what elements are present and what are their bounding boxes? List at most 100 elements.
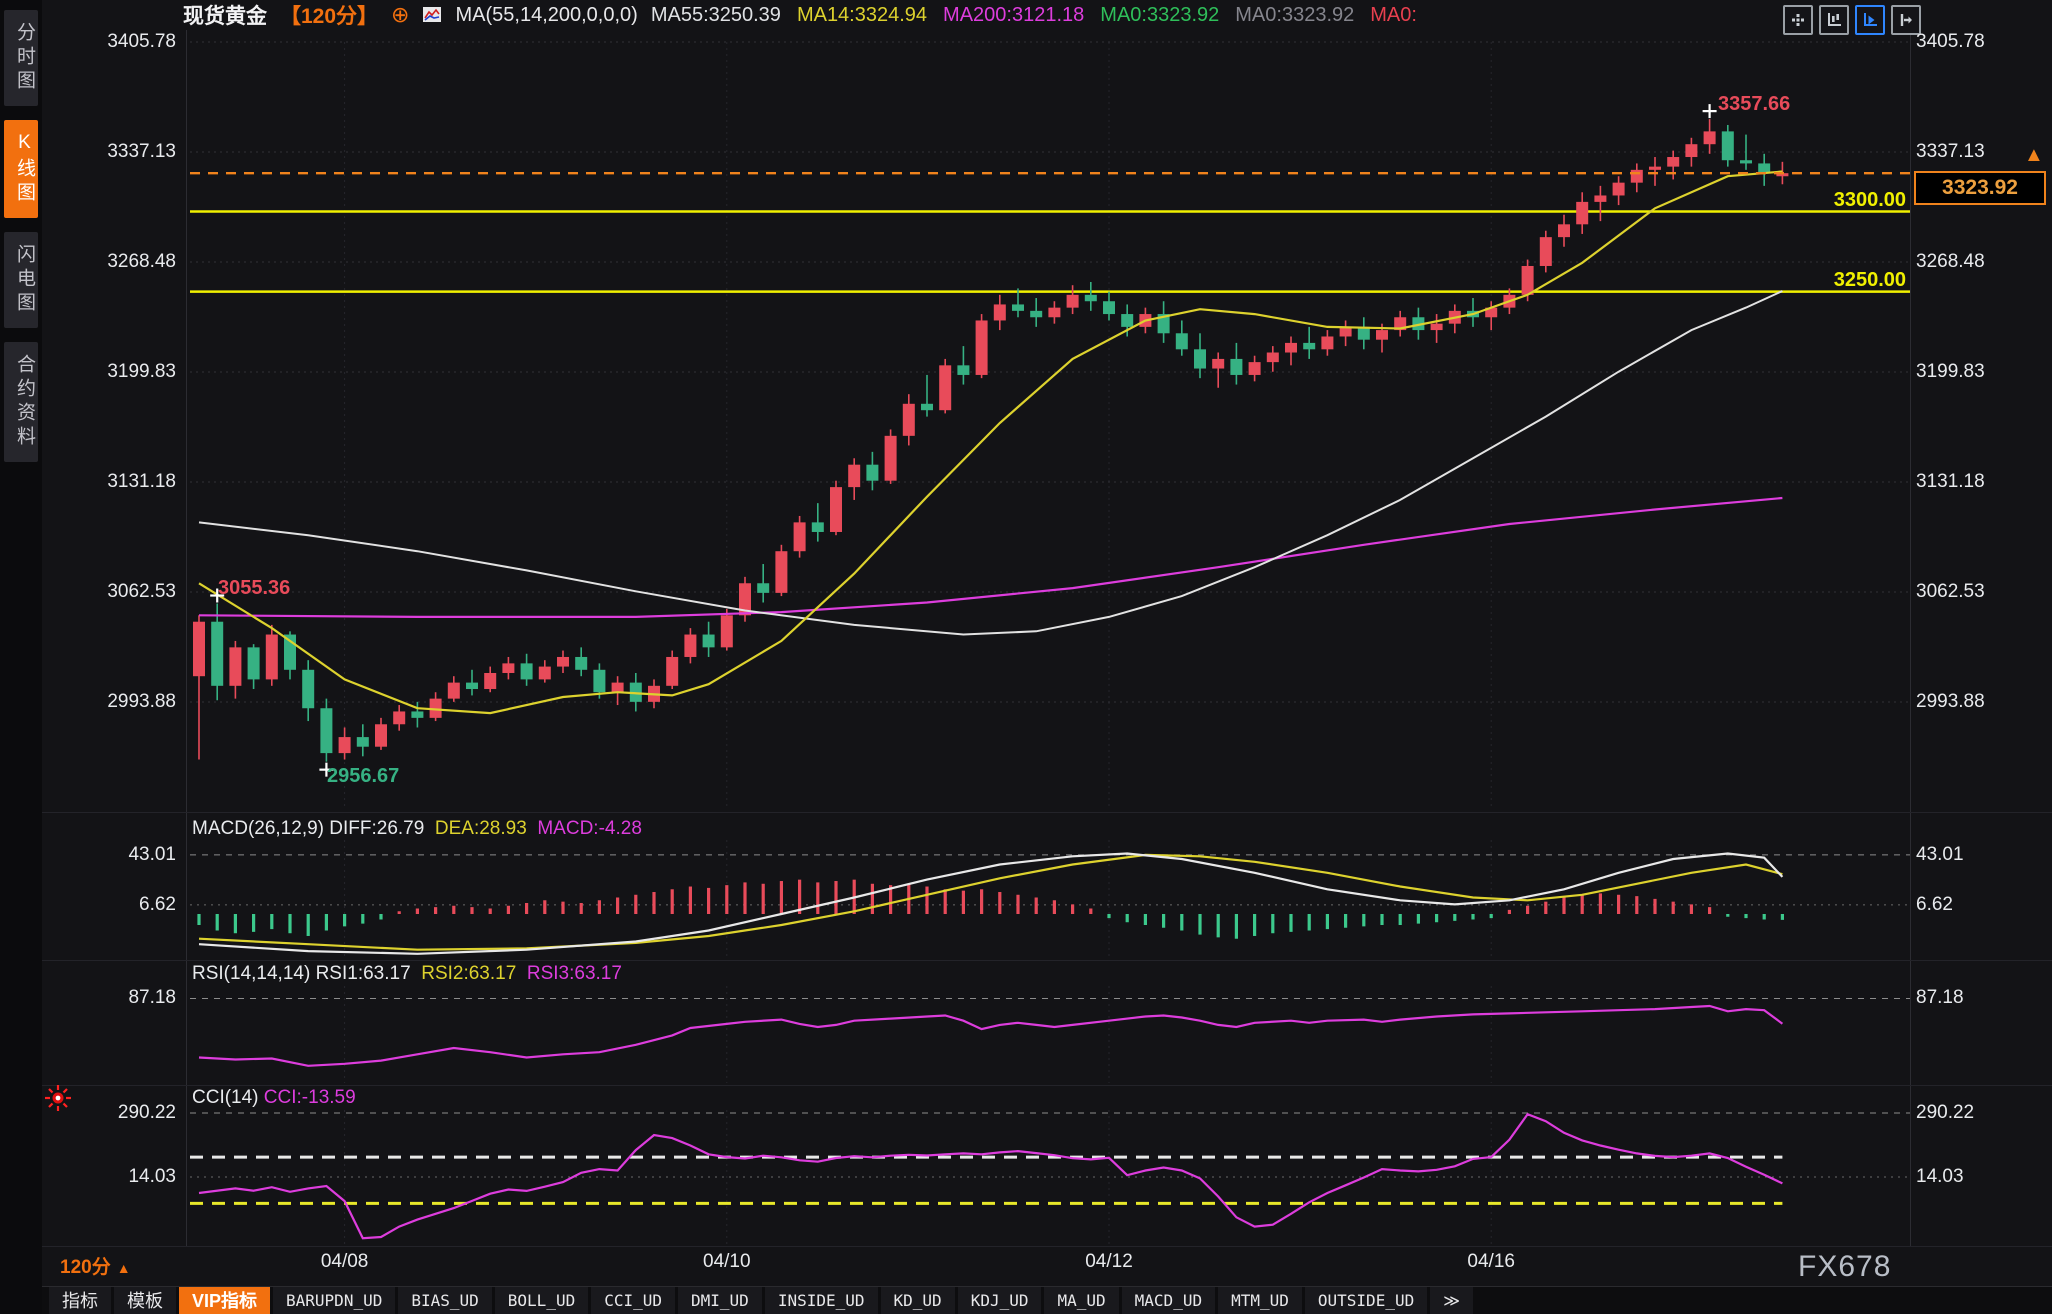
- ma-value-5: MA0:: [1370, 3, 1417, 26]
- panel-divider: [42, 1085, 2052, 1086]
- x-axis-label: 04/16: [1467, 1251, 1515, 1272]
- cci-axis-label-right: 14.03: [1916, 1166, 1964, 1187]
- candlestick-chart[interactable]: [0, 0, 2052, 1314]
- rsi3-value: RSI3:63.17: [526, 963, 622, 984]
- bottom-tab-OUTSIDE_UD[interactable]: OUTSIDE_UD: [1304, 1287, 1428, 1314]
- right-axis-border: [1910, 30, 1911, 1246]
- high-price-label: 3357.66: [1718, 93, 1791, 115]
- macd-axis-label-right: 6.62: [1916, 893, 1953, 915]
- cci-axis-label-left: 14.03: [128, 1166, 176, 1187]
- bottom-tab-DMI_UD[interactable]: DMI_UD: [678, 1287, 762, 1314]
- add-indicator-icon[interactable]: ⊕: [391, 4, 409, 26]
- macd-header: MACD(26,12,9) DIFF:26.79 DEA:28.93 MACD:…: [192, 818, 642, 840]
- bottom-tab-MACD_UD[interactable]: MACD_UD: [1121, 1287, 1216, 1314]
- y-axis-label-right: 3268.48: [1916, 251, 1985, 272]
- indicator-tabbar: 指标 模板 VIP指标 BARUPDN_UD BIAS_UD BOLL_UD CCI_UD D…: [42, 1286, 2052, 1314]
- ma-value-3: MA0:3323.92: [1100, 3, 1220, 26]
- sidebar-tab-contract-info[interactable]: 合约资料: [4, 342, 38, 462]
- rsi-axis-label-right: 87.18: [1916, 987, 1964, 1009]
- macd-dea-value: DEA:28.93: [434, 818, 527, 839]
- support-level-label: 3250.00: [1833, 269, 1906, 291]
- axis-candle-icon[interactable]: [1819, 5, 1849, 35]
- x-axis-label: 04/12: [1085, 1251, 1133, 1272]
- ma-value-1: MA14:3324.94: [796, 3, 928, 26]
- y-axis-label-left: 2993.88: [107, 691, 176, 713]
- y-axis-label-right: 2993.88: [1916, 691, 1985, 713]
- panel-divider: [42, 812, 2052, 813]
- chart-toolbar: [1783, 5, 1921, 35]
- last-price-value: 3323.92: [1942, 176, 2018, 199]
- bottom-tab-KD_UD[interactable]: KD_UD: [880, 1287, 955, 1314]
- low-price-label: 2956.67: [327, 765, 400, 787]
- bottom-tab-INSIDE_UD[interactable]: INSIDE_UD: [764, 1287, 878, 1314]
- bottom-tab-BIAS_UD[interactable]: BIAS_UD: [398, 1287, 492, 1314]
- bottom-tab-CCI_UD[interactable]: CCI_UD: [591, 1287, 676, 1314]
- cci-header: CCI(14) CCI:-13.59: [192, 1087, 356, 1109]
- symbol-title: 现货黄金: [183, 5, 267, 28]
- mini-chart-icon: [423, 7, 442, 22]
- macd-axis-label-left: 6.62: [139, 893, 176, 915]
- x-axis-row: 04/08 04/10 04/12 04/16: [42, 1246, 2052, 1286]
- sidebar-tab-kline-chart[interactable]: K线图: [4, 120, 38, 218]
- macd-title: MACD(26,12,9): [192, 818, 324, 839]
- rsi-title: RSI(14,14,14): [192, 963, 311, 984]
- bottom-tab-KDJ_UD[interactable]: KDJ_UD: [957, 1287, 1042, 1314]
- period-selector[interactable]: 120分 ▲: [60, 1252, 131, 1279]
- macd-axis-label-left: 43.01: [128, 843, 176, 865]
- rsi-axis-label-left: 87.18: [128, 987, 176, 1009]
- sidebar: 分时图 K线图闪电图合约资料: [0, 0, 42, 1314]
- period-badge[interactable]: 【120分】: [280, 0, 378, 30]
- y-axis-label-left: 3131.18: [107, 471, 176, 493]
- trading-app: 分时图 K线图闪电图合约资料 现货黄金 【120分】 ⊕ MA(55,14,200…: [0, 0, 2052, 1314]
- y-axis-label-right: 3062.53: [1916, 581, 1985, 603]
- rsi-header: RSI(14,14,14) RSI1:63.17 RSI2:63.17 RSI3…: [192, 963, 622, 985]
- bottom-tab-MA_UD[interactable]: MA_UD: [1044, 1287, 1119, 1314]
- early-high-price-label: 3055.36: [218, 577, 291, 599]
- x-axis-label: 04/10: [703, 1251, 751, 1272]
- macd-diff-value: DIFF:26.79: [329, 818, 425, 839]
- left-axis-border: [186, 30, 187, 1246]
- last-price-box: 3323.92: [1914, 171, 2046, 205]
- price-up-arrow-icon: ▲: [2024, 144, 2044, 166]
- macd-value: MACD:-4.28: [537, 818, 642, 839]
- y-axis-label-right: 3337.13: [1916, 141, 1985, 162]
- sidebar-tab-time-chart[interactable]: 分时图: [4, 10, 38, 106]
- y-axis-label-right: 3405.78: [1916, 31, 1985, 52]
- bottom-tab-模板[interactable]: 模板: [114, 1287, 176, 1314]
- axis-play-icon[interactable]: [1855, 5, 1885, 35]
- y-axis-label-left: 3405.78: [107, 31, 176, 52]
- bottom-tab-≫[interactable]: ≫: [1430, 1287, 1473, 1314]
- ma-settings-label: MA(55,14,200,0,0,0): [455, 3, 638, 26]
- y-axis-label-right: 3199.83: [1916, 361, 1985, 382]
- bottom-tab-指标[interactable]: 指标: [49, 1287, 111, 1314]
- panel-divider: [42, 960, 2052, 961]
- y-axis-label-left: 3268.48: [107, 251, 176, 272]
- bottom-tab-BARUPDN_UD[interactable]: BARUPDN_UD: [273, 1287, 396, 1314]
- sidebar-tab-flash-chart[interactable]: 闪电图: [4, 232, 38, 328]
- ma-value-0: MA55:3250.39: [650, 3, 781, 26]
- y-axis-label-right: 3131.18: [1916, 471, 1985, 493]
- topbar: 现货黄金 【120分】 ⊕ MA(55,14,200,0,0,0) MA55:3…: [42, 0, 2052, 30]
- rsi1-value: RSI1:63.17: [315, 963, 411, 984]
- y-axis-label-left: 3199.83: [107, 361, 176, 382]
- macd-axis-label-right: 43.01: [1916, 843, 1964, 865]
- watermark: FX678: [1798, 1250, 1892, 1283]
- ma-values: MA55:3250.39 MA14:3324.94 MA200:3121.18 MA0…: [651, 4, 1417, 27]
- pan-tool-icon[interactable]: [1783, 5, 1813, 35]
- resistance-level-label: 3300.00: [1833, 189, 1906, 211]
- cci-title: CCI(14): [192, 1087, 259, 1108]
- y-axis-label-left: 3062.53: [107, 581, 176, 603]
- cci-value: CCI:-13.59: [263, 1087, 356, 1108]
- x-axis-label: 04/08: [320, 1251, 369, 1272]
- cci-axis-label-right: 290.22: [1916, 1102, 1975, 1123]
- rsi2-value: RSI2:63.17: [421, 963, 517, 984]
- period-selector-label: 120分: [60, 1257, 111, 1278]
- alert-icon[interactable]: [44, 1084, 72, 1117]
- y-axis-label-left: 3337.13: [107, 141, 176, 162]
- bottom-tab-BOLL_UD[interactable]: BOLL_UD: [494, 1287, 589, 1314]
- chevron-up-icon: ▲: [116, 1260, 131, 1276]
- bottom-tab-VIP指标[interactable]: VIP指标: [179, 1287, 271, 1314]
- ma-value-2: MA200:3121.18: [943, 3, 1085, 26]
- ma-value-4: MA0:3323.92: [1235, 3, 1355, 26]
- bottom-tab-MTM_UD[interactable]: MTM_UD: [1218, 1287, 1302, 1314]
